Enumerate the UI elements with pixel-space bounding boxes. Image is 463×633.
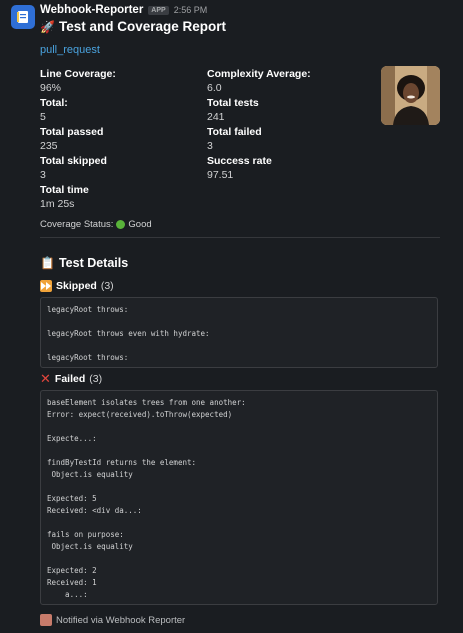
field-total-failed: Total failed 3 [207, 125, 262, 153]
field-value: 6.0 [207, 82, 222, 94]
field-total-tests: Total tests 241 [207, 96, 259, 124]
event-link[interactable]: pull_request [40, 44, 100, 56]
app-avatar[interactable] [11, 5, 35, 29]
field-line-coverage: Line Coverage: 96% [40, 67, 116, 95]
reporter-icon [40, 614, 52, 626]
field-total: Total: 5 [40, 96, 68, 124]
sender-name[interactable]: Webhook-Reporter [40, 4, 143, 16]
field-label: Total skipped [40, 155, 107, 167]
field-label: Success rate [207, 155, 272, 167]
report-title: 🚀 Test and Coverage Report [40, 19, 226, 34]
coverage-status-value: Good [128, 219, 152, 230]
skipped-label: Skipped [56, 280, 97, 292]
field-label: Total tests [207, 97, 259, 109]
field-value: 1m 25s [40, 198, 75, 210]
failed-label: Failed [54, 373, 86, 385]
field-label: Total time [40, 184, 89, 196]
failed-heading: ✕ Failed (3) [40, 371, 103, 386]
rocket-icon: 🚀 [40, 19, 55, 34]
green-circle-icon [116, 220, 126, 229]
report-fields: Line Coverage: 96% Complexity Average: 6… [40, 67, 380, 217]
person-photo [381, 66, 440, 125]
field-label: Total failed [207, 126, 262, 138]
field-total-time: Total time 1m 25s [40, 183, 89, 211]
field-value: 3 [207, 140, 213, 152]
field-value: 5 [40, 111, 46, 123]
field-label: Complexity Average: [207, 68, 311, 80]
coverage-status: Coverage Status: Good [40, 219, 152, 230]
field-total-passed: Total passed 235 [40, 125, 103, 153]
test-details-title: Test Details [58, 256, 129, 270]
field-value: 97.51 [207, 169, 234, 181]
timestamp[interactable]: 2:56 PM [174, 5, 208, 15]
field-label: Total passed [40, 126, 104, 138]
skipped-heading: Skipped (3) [40, 280, 114, 292]
field-success-rate: Success rate 97.51 [207, 154, 272, 182]
coverage-status-label: Coverage Status: [40, 219, 114, 230]
field-value: 96% [40, 82, 62, 94]
footer: Notified via Webhook Reporter [40, 614, 185, 626]
message: Webhook-Reporter APP 2:56 PM 🚀 Test and … [0, 0, 463, 633]
divider [40, 237, 440, 238]
field-complexity: Complexity Average: 6.0 [207, 67, 311, 95]
skipped-code-block[interactable]: legacyRoot throws: legacyRoot throws eve… [40, 297, 438, 368]
cross-mark-icon: ✕ [40, 371, 51, 386]
field-value: 241 [207, 111, 225, 123]
fast-forward-icon [40, 280, 52, 292]
failed-code-block[interactable]: baseElement isolates trees from one anot… [40, 390, 438, 605]
field-label: Total: [40, 97, 68, 109]
app-badge: APP [148, 5, 169, 15]
accessory-image[interactable] [381, 66, 440, 125]
message-header: Webhook-Reporter APP 2:56 PM [40, 4, 207, 16]
notebook-icon [17, 11, 28, 23]
field-value: 3 [40, 169, 46, 181]
clipboard-icon: 📋 [40, 256, 55, 270]
report-title-text: Test and Coverage Report [58, 19, 226, 34]
skipped-count: (3) [100, 280, 114, 292]
test-details-heading: 📋 Test Details [40, 256, 128, 270]
field-total-skipped: Total skipped 3 [40, 154, 107, 182]
footer-text: Notified via Webhook Reporter [56, 614, 186, 626]
field-value: 235 [40, 140, 58, 152]
failed-count: (3) [89, 373, 103, 385]
field-label: Line Coverage: [40, 68, 116, 80]
